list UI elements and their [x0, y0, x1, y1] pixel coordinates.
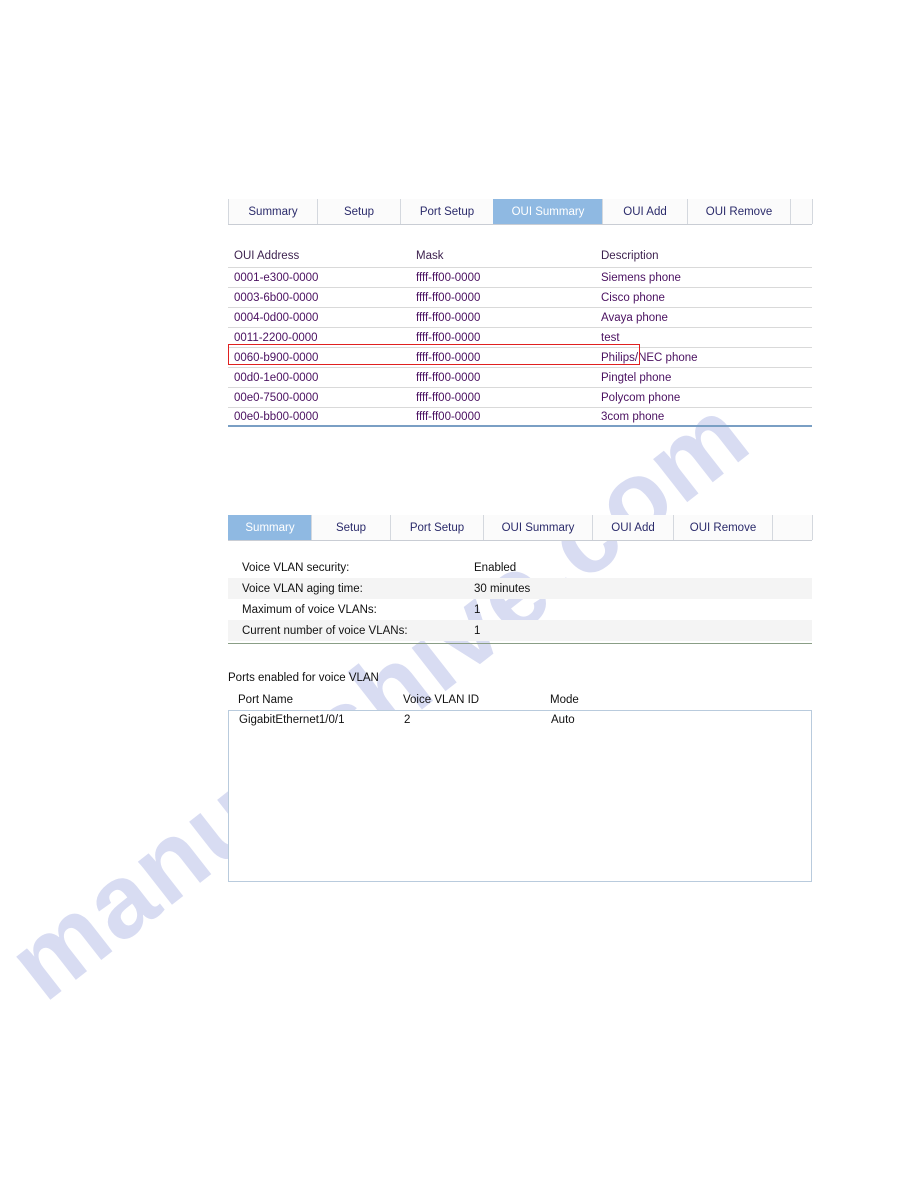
ports-table-header: Port Name Voice VLAN ID Mode	[228, 694, 812, 710]
oui-cell-mask: ffff-ff00-0000	[416, 391, 481, 404]
summary-tab-summary[interactable]: Summary	[228, 515, 312, 540]
oui-tab-oui-remove[interactable]: OUI Remove	[687, 199, 791, 224]
oui-cell-address: 0001-e300-0000	[234, 271, 319, 284]
voice-vlan-field-list: Voice VLAN security: Enabled Voice VLAN ag…	[228, 557, 812, 641]
oui-cell-address: 0011-2200-0000	[234, 331, 318, 344]
oui-col-address: OUI Address	[234, 250, 300, 262]
oui-col-description: Description	[601, 250, 659, 262]
tab-label: OUI Summary	[501, 521, 575, 534]
tab-label: Port Setup	[419, 205, 475, 218]
oui-cell-address: 00e0-7500-0000	[234, 391, 319, 404]
field-label: Voice VLAN security:	[242, 561, 350, 574]
voice-vlan-field-row: Maximum of voice VLANs: 1	[228, 599, 812, 620]
oui-cell-mask: ffff-ff00-0000	[416, 311, 481, 324]
oui-tab-oui-summary[interactable]: OUI Summary	[493, 199, 603, 224]
oui-table-row[interactable]: 0004-0d00-0000 ffff-ff00-0000 Avaya phone	[228, 307, 812, 327]
oui-cell-address: 00d0-1e00-0000	[234, 371, 319, 384]
oui-cell-description: test	[601, 331, 620, 344]
oui-tab-setup[interactable]: Setup	[317, 199, 401, 224]
ports-table-body: GigabitEthernet1/0/1 2 Auto	[228, 710, 812, 882]
oui-col-mask: Mask	[416, 250, 444, 262]
oui-tab-port-setup[interactable]: Port Setup	[400, 199, 494, 224]
field-label: Current number of voice VLANs:	[242, 624, 408, 637]
voice-vlan-field-row: Voice VLAN aging time: 30 minutes	[228, 578, 812, 599]
tab-label: OUI Summary	[511, 205, 585, 218]
ports-col-name: Port Name	[238, 694, 293, 706]
oui-tab-bar: Summary Setup Port Setup OUI Summary OUI Add…	[228, 199, 813, 225]
ports-table-row[interactable]: GigabitEthernet1/0/1 2 Auto	[229, 711, 811, 729]
tab-label: Summary	[248, 205, 298, 218]
field-value: 30 minutes	[474, 582, 531, 595]
voice-vlan-field-row: Voice VLAN security: Enabled	[228, 557, 812, 578]
summary-tab-oui-add[interactable]: OUI Add	[592, 515, 674, 540]
oui-table-row[interactable]: 0011-2200-0000 ffff-ff00-0000 test	[228, 327, 812, 347]
oui-cell-description: 3com phone	[601, 410, 665, 423]
oui-cell-mask: ffff-ff00-0000	[416, 410, 481, 423]
voice-vlan-summary-figure: Summary Setup Port Setup OUI Summary OUI Add…	[228, 515, 813, 882]
oui-cell-mask: ffff-ff00-0000	[416, 371, 481, 384]
summary-tab-oui-summary[interactable]: OUI Summary	[483, 515, 593, 540]
oui-cell-description: Polycom phone	[601, 391, 681, 404]
field-value: Enabled	[474, 561, 517, 574]
summary-divider	[228, 643, 812, 644]
field-value: 1	[474, 624, 481, 637]
oui-cell-description: Philips/NEC phone	[601, 351, 698, 364]
field-label: Voice VLAN aging time:	[242, 582, 363, 595]
summary-tab-setup[interactable]: Setup	[311, 515, 391, 540]
tab-label: OUI Remove	[705, 205, 773, 218]
tab-label: Summary	[245, 521, 295, 534]
oui-tab-summary[interactable]: Summary	[228, 199, 318, 224]
oui-table-body: 0001-e300-0000 ffff-ff00-0000 Siemens phon…	[228, 267, 812, 427]
oui-table-row[interactable]: 00e0-7500-0000 ffff-ff00-0000 Polycom phon…	[228, 387, 812, 407]
oui-table-row[interactable]: 00d0-1e00-0000 ffff-ff00-0000 Pingtel phon…	[228, 367, 812, 387]
summary-tab-bar: Summary Setup Port Setup OUI Summary OUI Add…	[228, 515, 813, 541]
oui-table-row[interactable]: 0001-e300-0000 ffff-ff00-0000 Siemens phon…	[228, 267, 812, 287]
summary-tab-oui-remove[interactable]: OUI Remove	[673, 515, 773, 540]
oui-table-header: OUI Address Mask Description	[228, 250, 812, 267]
field-value: 1	[474, 603, 481, 616]
oui-table-row[interactable]: 0060-b900-0000 ffff-ff00-0000 Philips/NEC …	[228, 347, 812, 367]
tab-label: Setup	[343, 205, 375, 218]
tab-label: OUI Remove	[689, 521, 757, 534]
tab-label: Port Setup	[409, 521, 465, 534]
oui-cell-address: 0003-6b00-0000	[234, 291, 319, 304]
oui-table-row[interactable]: 00e0-bb00-0000 ffff-ff00-0000 3com phone	[228, 407, 812, 427]
oui-cell-description: Cisco phone	[601, 291, 665, 304]
ports-cell-name: GigabitEthernet1/0/1	[239, 714, 345, 726]
oui-cell-mask: ffff-ff00-0000	[416, 291, 481, 304]
oui-table: OUI Address Mask Description 0001-e300-0…	[228, 250, 812, 427]
tab-label: Setup	[335, 521, 367, 534]
oui-cell-description: Avaya phone	[601, 311, 668, 324]
oui-cell-address: 00e0-bb00-0000	[234, 410, 319, 423]
field-label: Maximum of voice VLANs:	[242, 603, 377, 616]
oui-summary-figure: Summary Setup Port Setup OUI Summary OUI Add…	[228, 199, 813, 427]
ports-col-vlan-id: Voice VLAN ID	[403, 694, 480, 706]
oui-cell-mask: ffff-ff00-0000	[416, 331, 481, 344]
oui-cell-description: Siemens phone	[601, 271, 681, 284]
oui-tab-filler	[790, 199, 813, 224]
oui-cell-mask: ffff-ff00-0000	[416, 271, 481, 284]
ports-cell-vlan-id: 2	[404, 714, 411, 726]
oui-cell-mask: ffff-ff00-0000	[416, 351, 481, 364]
oui-cell-description: Pingtel phone	[601, 371, 672, 384]
tab-label: OUI Add	[623, 205, 667, 218]
oui-cell-address: 0004-0d00-0000	[234, 311, 319, 324]
oui-cell-address: 0060-b900-0000	[234, 351, 319, 364]
ports-section: Ports enabled for voice VLAN Port Name V…	[228, 672, 812, 882]
ports-cell-mode: Auto	[551, 714, 575, 726]
ports-caption: Ports enabled for voice VLAN	[228, 672, 379, 684]
ports-col-mode: Mode	[550, 694, 579, 706]
oui-table-row[interactable]: 0003-6b00-0000 ffff-ff00-0000 Cisco phone	[228, 287, 812, 307]
tab-label: OUI Add	[611, 521, 655, 534]
summary-tab-filler	[772, 515, 813, 540]
summary-tab-port-setup[interactable]: Port Setup	[390, 515, 484, 540]
oui-tab-oui-add[interactable]: OUI Add	[602, 199, 688, 224]
voice-vlan-field-row: Current number of voice VLANs: 1	[228, 620, 812, 641]
